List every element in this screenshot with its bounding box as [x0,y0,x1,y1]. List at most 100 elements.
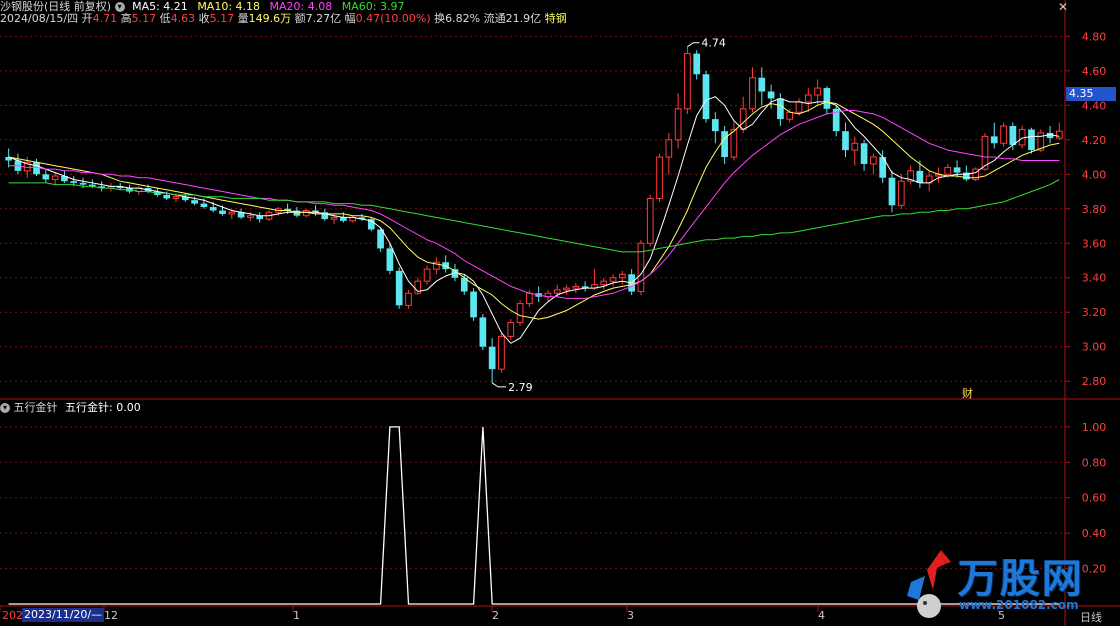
candle-body-down [386,248,394,271]
watermark-logo: 万股网 www.201082.com [903,540,1120,626]
high-marker-label: 4.74 [701,37,726,50]
candle-body-down [470,291,477,318]
candle-body-down [479,317,487,347]
candle-body-down [488,346,496,370]
candle-body-up [749,77,756,110]
candle-body-up [730,128,738,158]
candle-body-up [618,273,626,279]
candle-body-up [851,142,859,151]
low-value: 4.63 [170,12,196,25]
low-marker-label: 2.79 [508,381,533,394]
low-marker-arrow [491,382,507,388]
candle-body-down [219,210,226,214]
candle-body-down [1009,126,1017,145]
price-tick-label: 4.20 [1082,134,1107,147]
watermark-brand: 万股网 [958,556,1084,602]
candle-body-up [944,166,952,175]
candle-body-down [767,91,775,99]
price-tick-label: 3.60 [1082,237,1107,250]
candle-body-up [405,292,412,306]
sector-tag[interactable]: 特钢 [545,12,567,25]
candle-body-down [777,98,784,120]
close-value: 5.17 [209,12,235,25]
candle-body-up [516,303,524,324]
candle-body-down [842,131,849,151]
open-label: 开 [81,12,93,25]
high-marker-arrow [687,42,700,48]
candle-body-up [526,292,533,305]
candle-body-down [758,77,766,92]
x-axis-label-12: 12 [104,609,118,622]
x-axis-label-3: 3 [627,609,634,622]
candle-body-down [702,74,710,120]
candle-body-up [637,242,645,293]
price-tick-label: 2.80 [1082,375,1107,388]
high-value: 5.17 [131,12,157,25]
candle-body-down [163,194,171,199]
candle-body-up [795,101,803,113]
indicator-dropdown-icon[interactable]: ▾ [0,403,10,413]
ma-line-ma10 [8,101,1060,320]
candle-body-up [786,111,794,120]
indicator-line [8,426,1060,605]
float-cap: 流通21.9亿 [483,12,542,25]
close-icon[interactable]: ✕ [1058,1,1068,13]
current-price-tag: 4.35 [1066,87,1116,101]
candle-body-up [814,87,821,96]
candle-body-up [330,216,338,220]
change-label: 幅 [344,12,356,25]
price-tick-label: 4.00 [1082,168,1107,181]
candle-body-down [340,217,347,221]
kline-chart[interactable]: 4.80 4.60 4.40 4.20 4.00 3.80 3.60 3.40 3.20 3.00… [0,0,1120,626]
candle-body-down [42,174,50,180]
low-label: 低 [159,12,171,25]
candle-body-up [656,156,663,199]
high-label: 高 [120,12,132,25]
amount-label: 额 [294,12,306,25]
amount-value: 7.27亿 [305,12,342,25]
indicator-tick-label: 1.00 [1082,421,1107,434]
candle-body-up [247,215,254,218]
indicator-tick-label: 0.80 [1082,456,1107,469]
price-tick-label: 3.00 [1082,341,1107,354]
header-row-2: 2024/08/15/四 开4.71 高5.17 低4.63 收5.17 量14… [0,11,567,27]
vol-label: 量 [237,12,249,25]
candle-body-down [70,181,78,183]
x-axis-label-1: 1 [293,609,300,622]
candle-body-up [609,277,617,282]
candle-body-up [498,335,505,370]
candle-body-up [572,285,580,289]
price-tick-label: 4.60 [1082,65,1107,78]
quote-date: 2024/08/15/四 [0,12,79,25]
indicator-value: 五行金针: 0.00 [65,401,141,414]
indicator-header: ▾ 五行金针 五行金针: 0.00 [0,400,141,416]
candle-body-up [228,211,236,215]
candle-body-up [1018,128,1026,146]
finance-marker[interactable]: 财 [962,385,973,401]
candle-body-down [395,270,403,306]
candle-body-up [507,322,515,337]
candle-body-up [684,53,691,110]
price-tick-label: 3.40 [1082,272,1107,285]
candle-body-down [721,131,728,158]
price-tick-label: 4.40 [1082,99,1107,112]
candle-body-down [953,167,961,173]
candle-body-up [563,287,570,291]
candle-body-down [200,203,208,208]
ma-line-ma5 [8,96,1060,344]
candle-body-down [888,177,896,206]
x-axis-label-2: 2 [492,609,499,622]
candle-body-down [1028,129,1035,151]
open-value: 4.71 [92,12,118,25]
candle-body-up [897,180,905,206]
candle-body-down [860,143,868,164]
candle-body-up [423,268,431,282]
candle-body-down [79,182,87,185]
indicator-tick-label: 0.60 [1082,492,1107,505]
candle-body-down [711,119,719,132]
candle-body-up [665,139,673,158]
candle-body-down [990,136,998,144]
turnover: 换6.82% [434,12,481,25]
x-axis-cursor-date: 2023/11/20/— [22,608,105,622]
indicator-name[interactable]: 五行金针 [14,401,58,414]
